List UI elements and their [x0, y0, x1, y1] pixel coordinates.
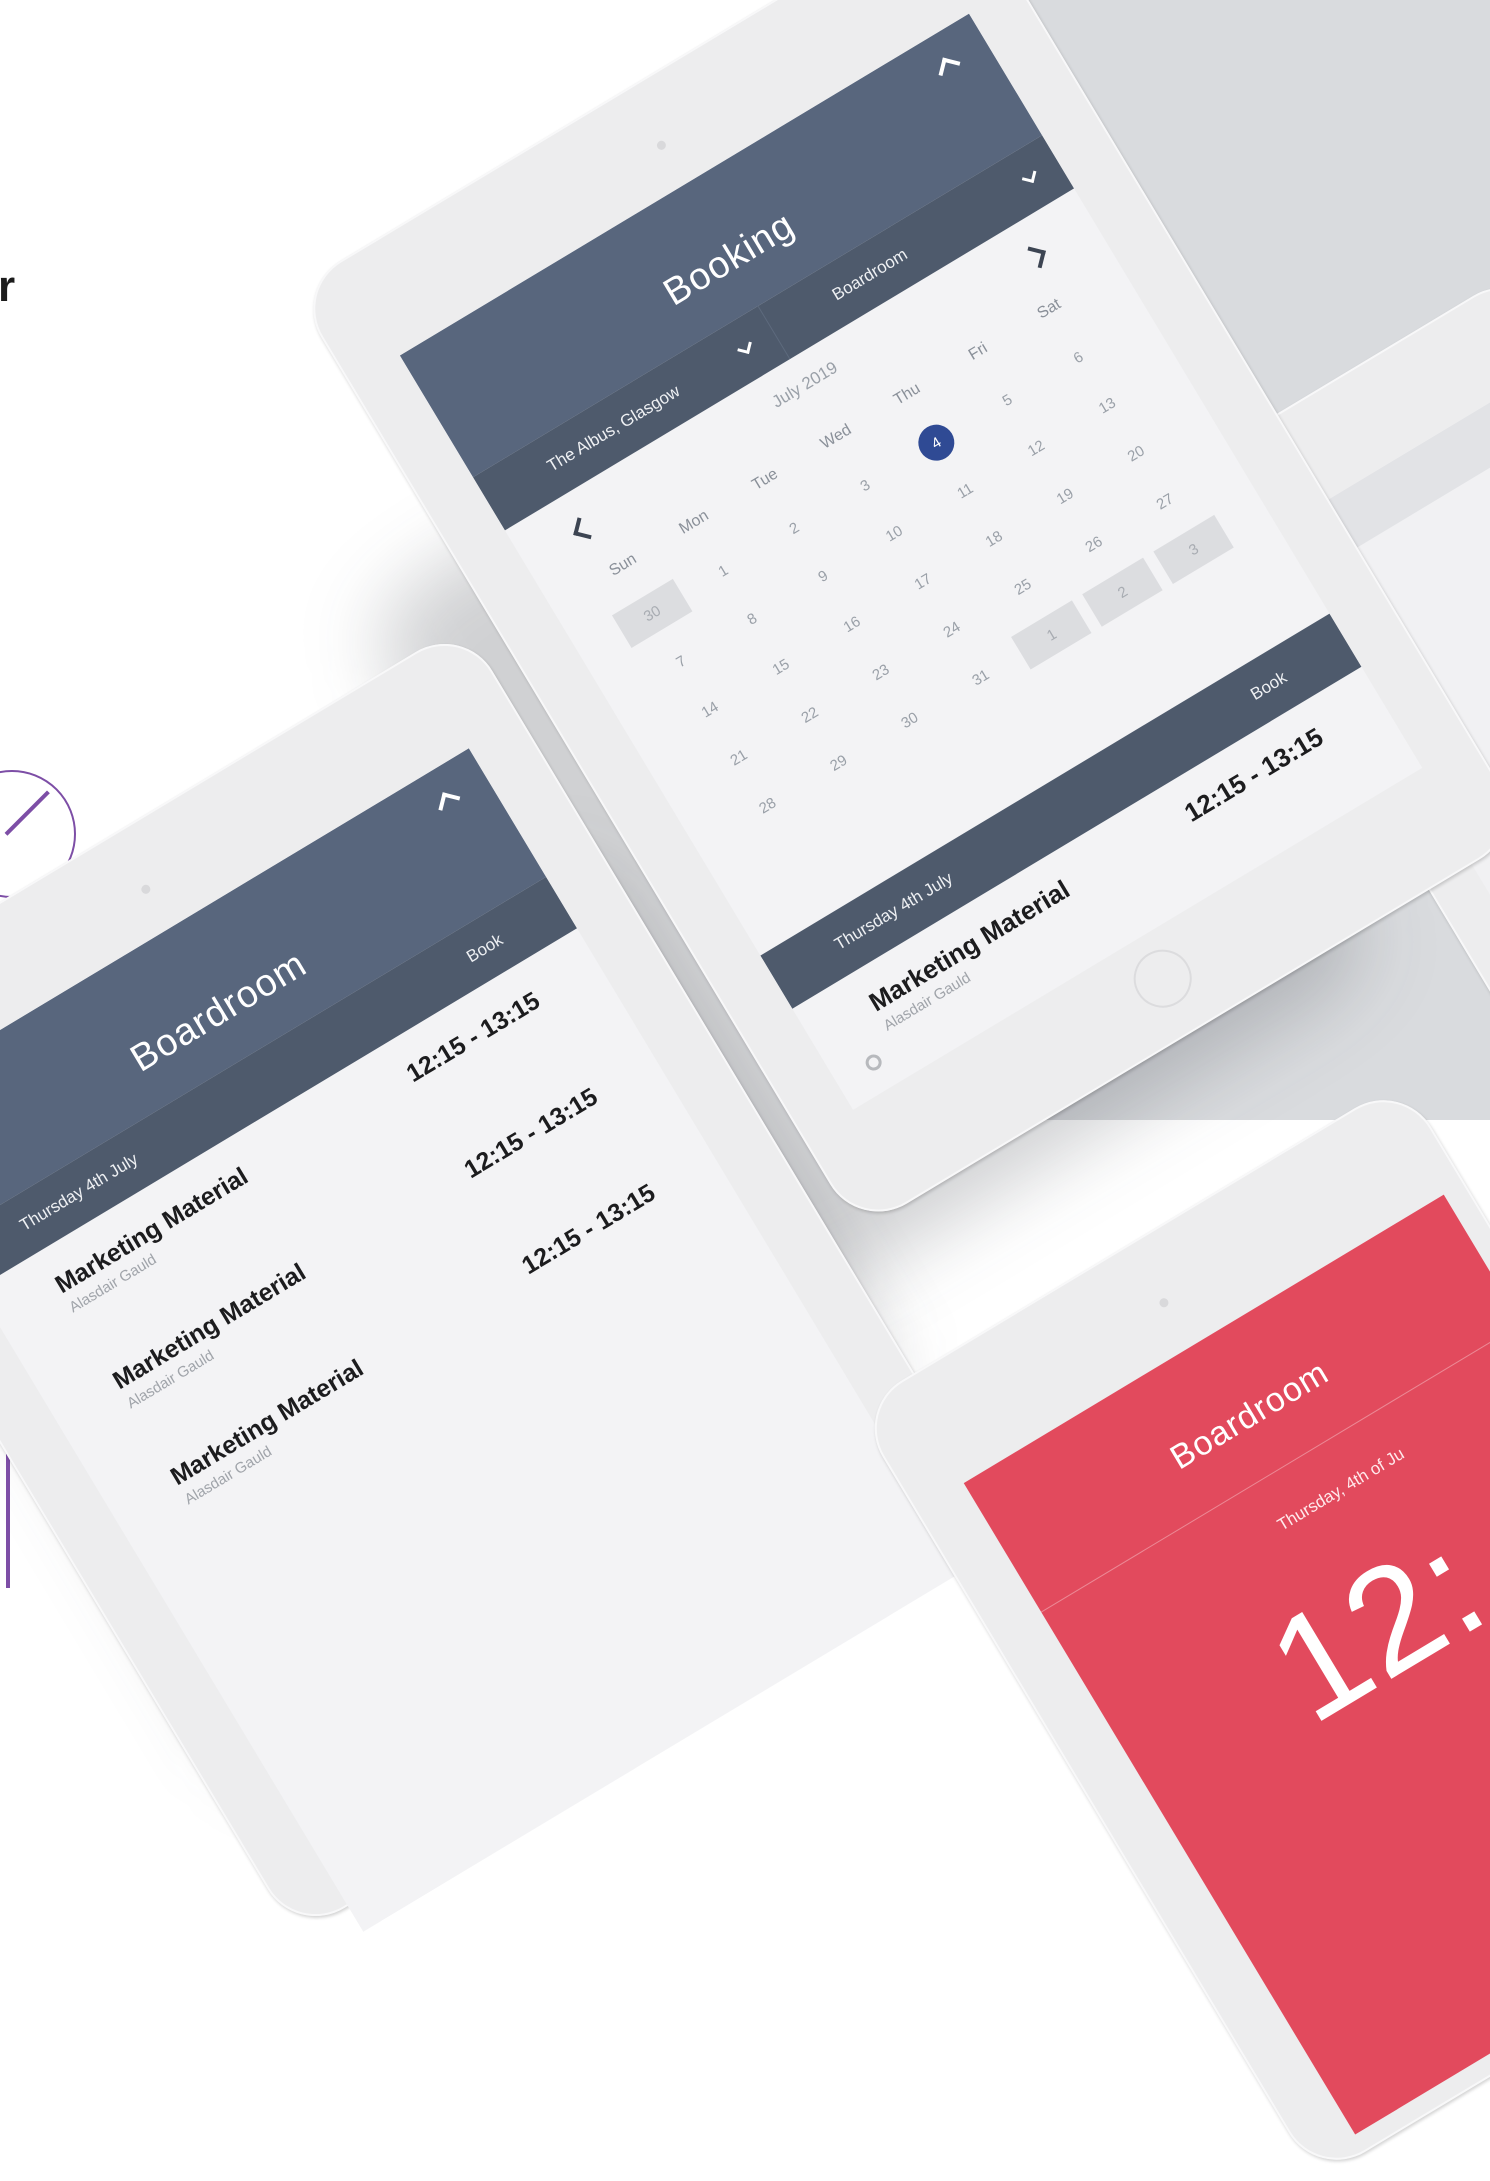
chevron-up-icon[interactable] [438, 792, 461, 815]
selected-day-label: 4 [911, 418, 961, 468]
calendar-day[interactable]: 1 [1011, 600, 1092, 670]
gear-icon[interactable] [862, 1051, 885, 1074]
chevron-up-icon[interactable] [938, 57, 961, 80]
page-heading-fragment: r [0, 262, 16, 311]
calendar-day[interactable]: 2 [1082, 557, 1163, 627]
occupied-screen: Boardroom Thursday, 4th of Ju 12: [963, 1194, 1490, 2135]
camera-icon [1157, 1296, 1171, 1309]
camera-icon [139, 883, 153, 896]
chevron-down-icon [1021, 168, 1037, 184]
calendar-day[interactable]: 3 [1153, 514, 1234, 584]
chevron-right-icon[interactable] [1024, 246, 1046, 269]
camera-icon [655, 139, 668, 152]
chevron-down-icon [736, 339, 752, 355]
tablet-occupied: Boardroom Thursday, 4th of Ju 12: [853, 1079, 1490, 2181]
home-button[interactable] [1122, 938, 1203, 1019]
calendar-day[interactable]: 30 [611, 578, 693, 648]
